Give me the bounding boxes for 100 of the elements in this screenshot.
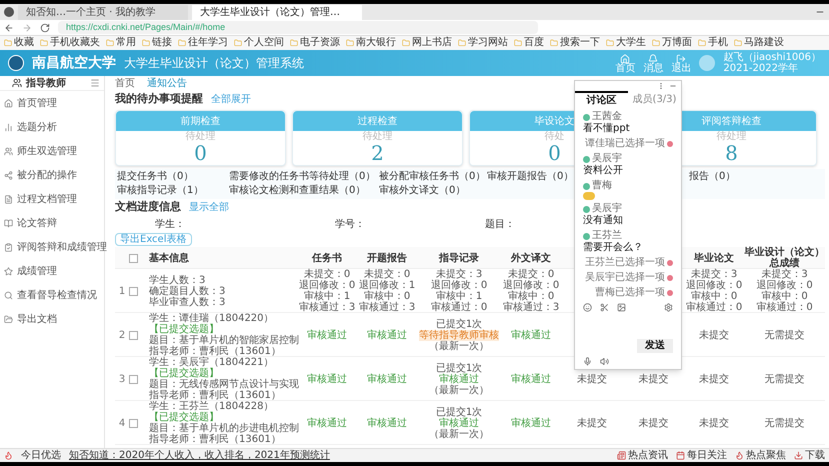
bookmark-link[interactable]: 电子资源 bbox=[290, 37, 340, 49]
info-text: 确定题目人数：3 bbox=[149, 286, 226, 296]
image-icon[interactable] bbox=[617, 303, 626, 312]
bookmark-link[interactable]: 马路建设 bbox=[734, 37, 784, 49]
todo-link[interactable]: 审核指导记录（1） bbox=[117, 185, 204, 197]
folder-icon bbox=[178, 39, 186, 47]
column-header: 任务书 bbox=[312, 252, 342, 264]
speaker-icon[interactable] bbox=[600, 356, 609, 366]
send-button[interactable]: 发送 bbox=[637, 339, 673, 353]
microphone-icon[interactable] bbox=[583, 356, 592, 366]
sidebar-item[interactable]: 查看督导检查情况 bbox=[0, 283, 104, 307]
todo-link[interactable]: 审核外文译文（0） bbox=[379, 185, 466, 197]
todo-link[interactable]: 报告（0） bbox=[689, 171, 736, 183]
avatar-icon bbox=[583, 156, 590, 162]
notice-text: 曹梅已选择一项 bbox=[595, 287, 665, 299]
todo-link[interactable]: 被分配审核任务书（0） bbox=[379, 171, 486, 183]
folder-icon bbox=[698, 39, 706, 47]
checkbox[interactable] bbox=[129, 374, 138, 384]
status-text: 未提交 bbox=[577, 418, 607, 428]
bookmark-link[interactable]: 南大银行 bbox=[346, 37, 396, 49]
status-text: 审核中：1 bbox=[436, 291, 482, 302]
todo-link[interactable]: 提交任务书（0） bbox=[117, 171, 194, 183]
bookmark-link[interactable]: 百度 bbox=[514, 37, 544, 49]
reload-icon[interactable] bbox=[40, 22, 50, 32]
status-link[interactable]: 每日关注 bbox=[676, 448, 727, 463]
bookmark-link[interactable]: 收藏 bbox=[4, 37, 34, 49]
status-text: 未提交：0 bbox=[508, 269, 554, 280]
browser-tab[interactable]: 大学生毕业设计（论文）管理… bbox=[192, 4, 362, 20]
sidebar-item[interactable]: 导出文档 bbox=[0, 307, 104, 331]
status-text: 未提交 bbox=[699, 418, 729, 428]
bookmark-link[interactable]: 手机 bbox=[698, 37, 728, 49]
status-text[interactable]: 今日优选 bbox=[21, 448, 61, 463]
bookmark-link[interactable]: 个人空间 bbox=[234, 37, 284, 49]
search-icon bbox=[4, 290, 13, 300]
status-text: 审核通过：0 bbox=[430, 302, 488, 313]
sidebar-item[interactable]: 论文答辩 bbox=[0, 211, 104, 235]
status-text: 审核通过 bbox=[511, 374, 551, 384]
card-title: 毕设论文 bbox=[534, 114, 574, 128]
todo-link[interactable]: 审核开题报告（0） bbox=[487, 171, 574, 183]
system-title: 大学生毕业设计（论文）管理系统 bbox=[124, 55, 304, 72]
column-header: 开题报告 bbox=[367, 252, 407, 264]
back-icon[interactable] bbox=[4, 22, 14, 32]
sidebar-item[interactable]: 过程文档管理 bbox=[0, 187, 104, 211]
info-text: 毕业审查人数：3 bbox=[149, 296, 226, 308]
sender-name: 曹梅 bbox=[592, 180, 612, 192]
status-text: 审核中：1 bbox=[304, 291, 350, 302]
bookmark-link[interactable]: 万博面 bbox=[652, 37, 692, 49]
sidebar-item[interactable]: 被分配的操作 bbox=[0, 163, 104, 187]
menu-icon[interactable] bbox=[90, 78, 100, 88]
status-text: 已提交1次 bbox=[436, 406, 482, 418]
todo-link[interactable]: 审核论文检测和查重结果（0） bbox=[229, 185, 366, 197]
book-icon bbox=[4, 218, 13, 228]
bookmark-link[interactable]: 网上书店 bbox=[402, 37, 452, 49]
sidebar-item[interactable]: 首页管理 bbox=[0, 91, 104, 115]
info-text: 指导老师：曹利民（13601） bbox=[149, 390, 282, 401]
browser-tab[interactable]: 知否知…一个主页 · 我的教学 bbox=[18, 4, 188, 20]
todo-link[interactable]: 需要修改的任务书等待处理（0） bbox=[229, 171, 376, 183]
bookmark-link[interactable]: 搜索一下 bbox=[550, 37, 600, 49]
news-icon bbox=[617, 451, 626, 460]
checkbox[interactable] bbox=[129, 330, 138, 340]
info-text: 题目：基于单片机的智能家居控制 bbox=[149, 335, 297, 346]
sidebar-item[interactable]: 选题分析 bbox=[0, 115, 104, 139]
emoji-icon[interactable] bbox=[583, 303, 592, 312]
status-text: （最新一次） bbox=[429, 340, 489, 352]
avatar-icon bbox=[583, 232, 590, 240]
folder-icon bbox=[514, 39, 522, 47]
section-title: 文档进度信息 bbox=[115, 198, 181, 214]
row-number: 2 bbox=[118, 328, 126, 342]
breadcrumb-tab[interactable]: 通知公告 bbox=[147, 76, 187, 91]
bookmark-link[interactable]: 大学生 bbox=[606, 37, 646, 49]
logo-icon bbox=[8, 55, 24, 71]
status-text: 审核通过：3 bbox=[358, 302, 416, 313]
flame-icon bbox=[735, 451, 744, 460]
bookmark-link[interactable]: 手机收藏夹 bbox=[40, 37, 100, 49]
status-link[interactable]: 热点聚焦 bbox=[735, 448, 786, 463]
bookmark-link[interactable]: 链接 bbox=[142, 37, 172, 49]
checkbox[interactable] bbox=[129, 254, 138, 262]
chat-tab[interactable]: 成员(3/3) bbox=[628, 91, 681, 107]
avatar-icon bbox=[4, 7, 14, 17]
status-link[interactable]: 下载 bbox=[794, 448, 825, 463]
column-header: 基本信息 bbox=[148, 252, 190, 266]
status-text: 未提交 bbox=[577, 374, 607, 384]
breadcrumb-tab[interactable]: 首页 bbox=[115, 76, 135, 91]
logout-icon bbox=[676, 54, 686, 64]
checkbox[interactable] bbox=[129, 286, 138, 296]
status-text: 未提交：3 bbox=[690, 269, 738, 280]
status-text: 审核通过：0 bbox=[686, 302, 742, 313]
news-link[interactable]: 知否知道：2020年个人收入，收入排名，2021年预测统计 bbox=[69, 448, 330, 463]
scissors-icon[interactable] bbox=[600, 303, 609, 312]
status-link[interactable]: 热点资讯 bbox=[617, 448, 668, 463]
bookmark-link[interactable]: 学习网站 bbox=[458, 37, 508, 49]
card-count: 0 bbox=[194, 142, 207, 164]
checkbox[interactable] bbox=[129, 418, 138, 428]
bookmark-link[interactable]: 往年学习 bbox=[178, 37, 228, 49]
sidebar-item[interactable]: 成绩管理 bbox=[0, 259, 104, 283]
settings-icon[interactable] bbox=[664, 303, 673, 312]
sender-name: 吴辰宇 bbox=[592, 203, 622, 214]
chat-tab[interactable]: 讨论区 bbox=[575, 91, 628, 107]
bookmark-link[interactable]: 常用 bbox=[106, 37, 136, 49]
sidebar-item[interactable]: 师生双选管理 bbox=[0, 139, 104, 163]
